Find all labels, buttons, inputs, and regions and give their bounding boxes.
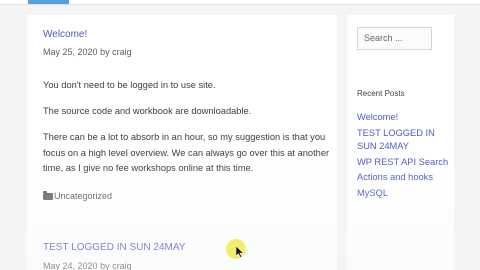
post-date[interactable]: May 24, 2020 [43,261,98,270]
post-author-link[interactable]: craig [112,47,132,57]
post-title-link[interactable]: TEST LOGGED IN SUN 24MAY [43,242,185,253]
mouse-pointer-icon [236,246,244,258]
post-author-link[interactable]: craig [112,261,132,270]
post-by-label: by [100,47,110,57]
post-paragraph: The source code and workbook are downloa… [43,106,252,116]
recent-posts-list: Welcome! TEST LOGGED IN SUN 24MAY WP RES… [357,111,452,202]
post-paragraph: You don't need to be logged in to use si… [43,80,216,90]
folder-icon [43,190,53,200]
post-meta: May 24, 2020 by craig [43,261,132,270]
post-category: Uncategorized [43,190,112,201]
recent-post-link[interactable]: MySQL [357,187,452,201]
search-input[interactable]: Search ... [357,27,432,50]
recent-posts-heading: Recent Posts [357,89,405,98]
post-date[interactable]: May 25, 2020 [43,47,98,57]
post-by-label: by [100,261,110,270]
post-paragraph: There can be a lot to absorb in an hour,… [43,132,330,173]
recent-post-link[interactable]: WP REST API Search [357,156,452,170]
category-link[interactable]: Uncategorized [54,191,112,201]
post-meta: May 25, 2020 by craig [43,47,132,57]
top-navigation-bar [0,0,480,5]
recent-post-link[interactable]: Welcome! [357,111,452,125]
nav-tab-active[interactable] [28,0,69,4]
recent-post-link[interactable]: Actions and hooks [357,171,452,185]
post-title-link[interactable]: Welcome! [43,29,87,40]
recent-post-link[interactable]: TEST LOGGED IN SUN 24MAY [357,127,452,154]
